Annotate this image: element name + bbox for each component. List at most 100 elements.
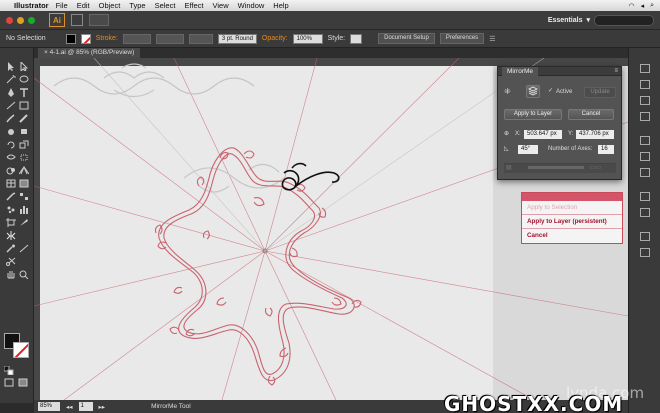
menu-effect[interactable]: Effect: [184, 1, 203, 10]
brush-definition-field[interactable]: [188, 33, 213, 44]
layer-mode-button[interactable]: [526, 85, 540, 98]
volume-icon[interactable]: ◂: [641, 2, 645, 10]
rotate-tool-icon[interactable]: [6, 140, 16, 149]
cancel-button[interactable]: Cancel: [568, 109, 614, 120]
panel-tab[interactable]: MirrorMe: [502, 67, 538, 76]
preferences-button[interactable]: Preferences: [439, 33, 485, 44]
artboard-tool-icon[interactable]: [6, 218, 16, 227]
style-swatch[interactable]: [350, 33, 363, 44]
mirrorme-tool-icon[interactable]: [6, 231, 16, 240]
zoom-tool-icon[interactable]: [19, 270, 29, 279]
menu-window[interactable]: Window: [238, 1, 265, 10]
panel-slider[interactable]: [528, 166, 584, 169]
update-button[interactable]: Update: [584, 87, 616, 98]
hand-tool-icon[interactable]: [6, 270, 16, 279]
draw-mode-icon[interactable]: [4, 378, 14, 387]
opacity-label[interactable]: Opacity:: [262, 35, 288, 42]
menu-item-apply-to-selection[interactable]: Apply to Selection: [522, 201, 622, 215]
minimize-window-icon[interactable]: [17, 16, 24, 24]
paintbrush-tool-icon[interactable]: [6, 114, 16, 123]
symbol-sprayer-tool-icon[interactable]: [6, 205, 16, 214]
brush-select[interactable]: 3 pt. Round: [217, 33, 257, 44]
slice-tool-icon[interactable]: [19, 218, 29, 227]
document-setup-button[interactable]: Document Setup: [378, 33, 435, 44]
center-point-icon[interactable]: ⁜: [504, 87, 511, 96]
pencil-tool-icon[interactable]: [19, 114, 29, 123]
active-checkmark-icon[interactable]: ✓: [548, 87, 553, 96]
blob-brush-tool-icon[interactable]: [6, 127, 16, 136]
stroke-weight-field[interactable]: [122, 33, 151, 44]
eraser-tool-icon[interactable]: [19, 127, 29, 136]
document-tab[interactable]: × 4-1.ai @ 85% (RGB/Preview): [38, 48, 141, 58]
menu-object[interactable]: Object: [99, 1, 121, 10]
type-tool-icon[interactable]: [19, 88, 29, 97]
zoom-field[interactable]: 85%: [38, 402, 60, 411]
artboard-number-field[interactable]: 1: [78, 402, 93, 411]
rectangle-tool-icon[interactable]: [19, 101, 29, 110]
next-artboard-icon[interactable]: ▸▸: [99, 403, 106, 411]
panel-menu-icon[interactable]: ≡: [614, 68, 618, 74]
transparency-panel-icon[interactable]: [640, 168, 650, 177]
zoom-window-icon[interactable]: [28, 16, 35, 24]
eyedropper-tool-icon[interactable]: [6, 192, 16, 201]
angle-field[interactable]: 45°: [518, 145, 538, 154]
scissors-tool-icon[interactable]: [6, 257, 16, 266]
stroke-swatch[interactable]: [13, 342, 29, 358]
perspective-grid-tool-icon[interactable]: [19, 166, 29, 175]
selection-tool-icon[interactable]: [6, 62, 16, 71]
help-search-input[interactable]: [594, 14, 654, 26]
shape-builder-tool-icon[interactable]: [6, 166, 16, 175]
symbols-panel-icon[interactable]: [640, 112, 650, 121]
wifi-icon[interactable]: ◠: [628, 2, 634, 10]
workspace-switcher[interactable]: Essentials ▾: [548, 14, 660, 26]
artboards-panel-icon[interactable]: [640, 248, 650, 257]
menu-view[interactable]: View: [212, 1, 228, 10]
menu-type[interactable]: Type: [129, 1, 145, 10]
align-icon[interactable]: ☰: [489, 35, 495, 43]
menu-select[interactable]: Select: [155, 1, 176, 10]
stroke-panel-icon[interactable]: [640, 136, 650, 145]
menu-edit[interactable]: Edit: [77, 1, 90, 10]
color-panel-icon[interactable]: [640, 64, 650, 73]
y-field[interactable]: 437.706 px: [576, 130, 614, 139]
axes-field[interactable]: 16: [598, 145, 614, 154]
apply-to-layer-button[interactable]: Apply to Layer: [504, 109, 562, 120]
menu-file[interactable]: File: [56, 1, 68, 10]
measure-tool-icon[interactable]: [19, 244, 29, 253]
bridge-button[interactable]: [71, 14, 83, 26]
variable-width-profile[interactable]: [155, 33, 184, 44]
lasso-tool-icon[interactable]: [19, 75, 29, 84]
free-transform-tool-icon[interactable]: [19, 153, 29, 162]
mesh-tool-icon[interactable]: [6, 179, 16, 188]
screen-mode-icon[interactable]: [18, 378, 28, 387]
layers-panel-icon[interactable]: [640, 232, 650, 241]
x-field[interactable]: 503.647 px: [524, 130, 562, 139]
pen-tool-icon[interactable]: [6, 88, 16, 97]
app-menu[interactable]: Illustrator: [14, 1, 49, 10]
column-graph-tool-icon[interactable]: [19, 205, 29, 214]
prev-artboard-icon[interactable]: ◂◂: [66, 403, 73, 411]
menu-item-cancel[interactable]: Cancel: [522, 229, 622, 243]
default-colors-icon[interactable]: [4, 366, 14, 375]
brushes-panel-icon[interactable]: [640, 96, 650, 105]
opacity-field[interactable]: 100%: [292, 33, 323, 44]
stroke-color-swatch[interactable]: [80, 33, 91, 44]
graphic-styles-panel-icon[interactable]: [640, 208, 650, 217]
eyedropper-alt-tool-icon[interactable]: [6, 244, 16, 253]
blend-tool-icon[interactable]: [19, 192, 29, 201]
gradient-panel-icon[interactable]: [640, 152, 650, 161]
fill-color-swatch[interactable]: [65, 33, 76, 44]
menu-item-apply-to-layer[interactable]: Apply to Layer (persistent): [522, 215, 622, 229]
direct-selection-tool-icon[interactable]: [19, 62, 29, 71]
gradient-tool-icon[interactable]: [19, 179, 29, 188]
menu-help[interactable]: Help: [273, 1, 288, 10]
arrange-documents-button[interactable]: [89, 14, 109, 26]
close-window-icon[interactable]: [6, 16, 13, 24]
spotlight-icon[interactable]: ⌕: [650, 2, 654, 10]
scale-tool-icon[interactable]: [19, 140, 29, 149]
magic-wand-tool-icon[interactable]: [6, 75, 16, 84]
swatches-panel-icon[interactable]: [640, 80, 650, 89]
appearance-panel-icon[interactable]: [640, 192, 650, 201]
line-segment-tool-icon[interactable]: [6, 101, 16, 110]
stroke-label[interactable]: Stroke:: [96, 35, 118, 42]
